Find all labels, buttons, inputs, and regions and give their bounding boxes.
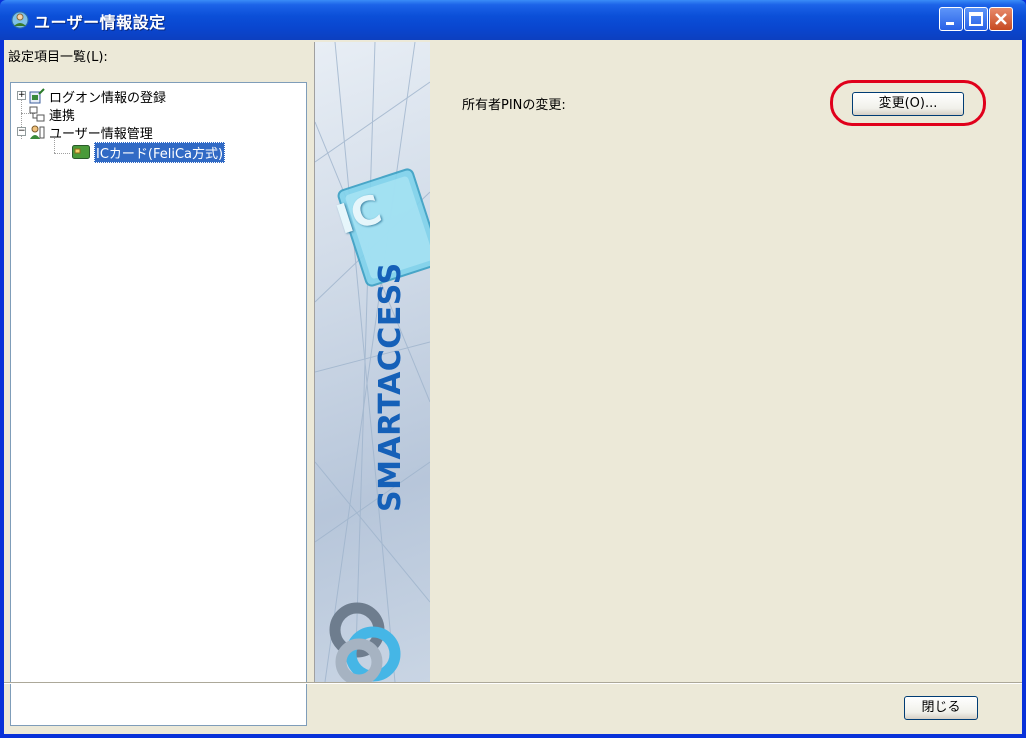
banner-text: SMARTACCESS	[373, 262, 408, 512]
minimize-button[interactable]	[939, 7, 963, 31]
settings-tree[interactable]: + ログオン情報の登録 連携 − ユーザー情報管理 ICカード(FeliCa方式…	[10, 82, 307, 726]
maximize-icon	[969, 12, 983, 26]
close-window-button[interactable]	[989, 7, 1013, 31]
expand-toggle[interactable]: +	[17, 91, 26, 100]
link-icon	[29, 106, 45, 122]
ic-card-icon	[72, 145, 90, 159]
change-pin-button[interactable]: 変更(O)...	[852, 92, 964, 116]
dialog-client: 設定項目一覧(L): + ログオン情報の登録 連携 − ユーザー情報管理 ICカ…	[4, 40, 1022, 734]
tree-item-label: ユーザー情報管理	[49, 127, 153, 142]
settings-content: 所有者PINの変更: 変更(O)...	[430, 42, 1022, 682]
minimize-icon	[946, 22, 954, 25]
tree-item-link[interactable]: 連携	[11, 105, 301, 124]
tree-item-ic-card[interactable]: ICカード(FeliCa方式)	[11, 142, 301, 163]
tree-item-user-management[interactable]: − ユーザー情報管理	[11, 123, 301, 142]
settings-list-label: 設定項目一覧(L):	[8, 50, 108, 65]
logon-info-icon	[29, 88, 45, 104]
user-settings-icon	[11, 11, 29, 29]
close-button[interactable]: 閉じる	[904, 696, 978, 720]
close-icon	[995, 13, 1007, 25]
owner-pin-label: 所有者PINの変更:	[462, 98, 566, 113]
tree-item-label: 連携	[49, 109, 76, 124]
tree-item-label-selected: ICカード(FeliCa方式)	[94, 142, 226, 163]
tree-item-label: ログオン情報の登録	[49, 91, 167, 106]
window-title: ユーザー情報設定	[34, 13, 166, 32]
maximize-button[interactable]	[964, 7, 988, 31]
collapse-toggle[interactable]: −	[17, 127, 26, 136]
footer-separator	[4, 682, 1022, 684]
tree-item-logon[interactable]: + ログオン情報の登録	[11, 87, 301, 106]
title-bar[interactable]: ユーザー情報設定	[0, 0, 1026, 40]
smartaccess-banner: IC SMARTACCESS	[314, 42, 430, 682]
user-management-icon	[30, 125, 45, 139]
dialog-window: ユーザー情報設定 設定項目一覧(L): + ログオン情報の登録 連携 − ユーザ…	[0, 0, 1026, 738]
